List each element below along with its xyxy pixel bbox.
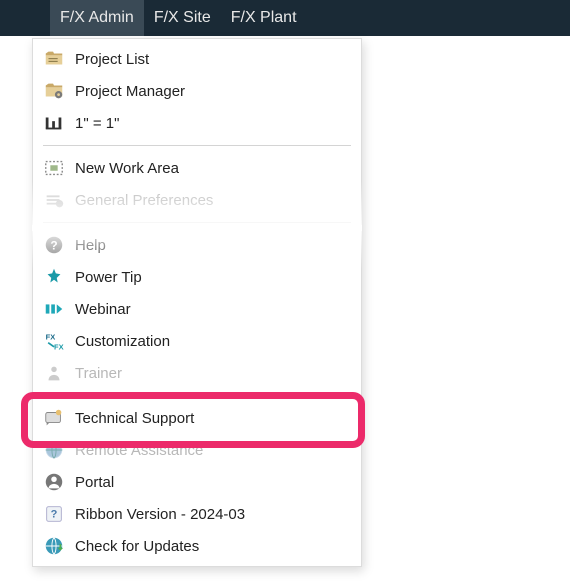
menubar-item-label: F/X Plant (231, 9, 297, 27)
menu-item-label: New Work Area (75, 160, 179, 177)
portal-icon (43, 471, 65, 493)
menu-separator (43, 145, 351, 146)
menu-item-help[interactable]: ? Help (33, 229, 361, 261)
menu-item-scale[interactable]: 1" = 1" (33, 107, 361, 139)
menubar-item-label: F/X Admin (60, 9, 134, 27)
menu-separator (43, 222, 351, 223)
menu-item-label: General Preferences (75, 192, 213, 209)
menu-item-label: Webinar (75, 301, 131, 318)
remote-assist-icon (43, 439, 65, 461)
scale-icon (43, 112, 65, 134)
folder-gear-icon (43, 80, 65, 102)
menu-item-ribbon-version[interactable]: ? Ribbon Version - 2024-03 (33, 498, 361, 530)
help-icon: ? (43, 234, 65, 256)
menu-item-project-manager[interactable]: Project Manager (33, 75, 361, 107)
menu-item-new-work-area[interactable]: New Work Area (33, 152, 361, 184)
power-tip-icon (43, 266, 65, 288)
dropdown-menu: Project List Project Manager 1" = 1" New… (32, 38, 362, 567)
menu-item-power-tip[interactable]: Power Tip (33, 261, 361, 293)
menubar-item-admin[interactable]: F/X Admin (50, 0, 144, 36)
menu-item-label: 1" = 1" (75, 115, 119, 132)
customization-icon: FXFX (43, 330, 65, 352)
menubar-spacer (0, 0, 50, 36)
svg-text:FX: FX (54, 342, 64, 351)
svg-text:?: ? (51, 509, 58, 521)
menu-item-customization[interactable]: FXFX Customization (33, 325, 361, 357)
svg-text:FX: FX (46, 332, 56, 341)
menubar: F/X Admin F/X Site F/X Plant (0, 0, 570, 36)
menu-item-general-preferences[interactable]: General Preferences (33, 184, 361, 216)
menubar-item-plant[interactable]: F/X Plant (221, 0, 307, 36)
menu-item-label: Help (75, 237, 106, 254)
trainer-icon (43, 362, 65, 384)
menu-item-label: Ribbon Version - 2024-03 (75, 506, 245, 523)
menu-item-label: Trainer (75, 365, 122, 382)
prefs-icon (43, 189, 65, 211)
menu-item-project-list[interactable]: Project List (33, 43, 361, 75)
menubar-item-site[interactable]: F/X Site (144, 0, 221, 36)
svg-text:?: ? (50, 239, 57, 253)
menubar-item-label: F/X Site (154, 9, 211, 27)
menu-item-label: Check for Updates (75, 538, 199, 555)
menu-item-label: Project List (75, 51, 149, 68)
menu-item-check-updates[interactable]: Check for Updates (33, 530, 361, 562)
menu-item-remote-assistance[interactable]: Remote Assistance (33, 434, 361, 466)
tech-support-icon (43, 407, 65, 429)
folder-list-icon (43, 48, 65, 70)
menu-item-technical-support[interactable]: Technical Support (33, 402, 361, 434)
work-area-icon (43, 157, 65, 179)
menu-item-webinar[interactable]: Webinar (33, 293, 361, 325)
webinar-icon (43, 298, 65, 320)
update-icon (43, 535, 65, 557)
menu-item-label: Technical Support (75, 410, 194, 427)
version-icon: ? (43, 503, 65, 525)
menu-item-portal[interactable]: Portal (33, 466, 361, 498)
menu-separator (43, 395, 351, 396)
menu-item-label: Portal (75, 474, 114, 491)
menu-item-trainer[interactable]: Trainer (33, 357, 361, 389)
menu-item-label: Remote Assistance (75, 442, 203, 459)
menu-item-label: Power Tip (75, 269, 142, 286)
menu-item-label: Project Manager (75, 83, 185, 100)
menu-item-label: Customization (75, 333, 170, 350)
